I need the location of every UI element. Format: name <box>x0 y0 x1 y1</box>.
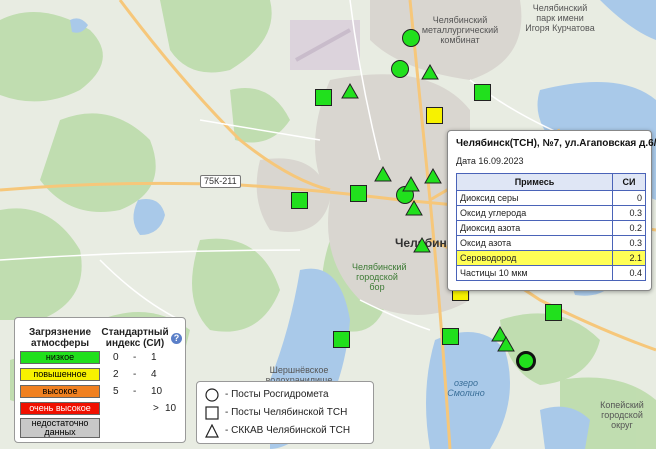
station-triangle-marker[interactable] <box>374 166 392 182</box>
column-header-index: СИ <box>612 173 646 191</box>
map-label-lake: озеро Смолино <box>447 378 485 398</box>
pollutant-value: 0 <box>612 190 646 206</box>
type-label-triangle: - СККАВ Челябинской ТСН <box>225 425 351 436</box>
map-label-plant: Челябинский металлургический комбинат <box>421 15 499 45</box>
pollution-legend: Загрязнение атмосферы Стандартный индекс… <box>14 317 186 443</box>
station-triangle-marker[interactable] <box>402 176 420 192</box>
legend-level-high: высокое <box>20 385 100 398</box>
pollutant-name: Диоксид азота <box>456 220 613 236</box>
legend-header-pollution: Загрязнение атмосферы <box>28 327 92 349</box>
table-row: Частицы 10 мкм 0.4 <box>456 265 646 281</box>
pollutant-value: 0.3 <box>612 235 646 251</box>
table-row: Диоксид серы 0 <box>456 190 646 206</box>
station-square-marker[interactable] <box>315 89 332 106</box>
station-triangle-marker[interactable] <box>405 200 423 216</box>
table-row: Оксид углерода 0.3 <box>456 205 646 221</box>
legend-level-no-data: недостаточно данных <box>20 418 100 438</box>
station-triangle-marker[interactable] <box>424 168 442 184</box>
pollutant-name: Частицы 10 мкм <box>456 265 613 281</box>
table-header-row: Примесь СИ <box>456 173 646 191</box>
table-row: Оксид азота 0.3 <box>456 235 646 251</box>
pollutant-name: Оксид углерода <box>456 205 613 221</box>
table-row-highlighted: Сероводород 2.1 <box>456 250 646 266</box>
type-row-square: - Посты Челябинской ТСН <box>205 404 370 422</box>
legend-level-very-high: очень высокое <box>20 402 100 415</box>
road-shield: 75К-211 <box>200 175 241 188</box>
table-row: Диоксид азота 0.2 <box>456 220 646 236</box>
station-triangle-marker[interactable] <box>497 336 515 352</box>
legend-level-elevated: повышенное <box>20 368 100 381</box>
pollutant-name: Диоксид серы <box>456 190 613 206</box>
station-circle-marker[interactable] <box>391 60 409 78</box>
station-square-marker[interactable] <box>350 185 367 202</box>
legend-header-index: Стандартный индекс (СИ) <box>101 327 169 349</box>
station-square-marker[interactable] <box>291 192 308 209</box>
type-row-circle: - Посты Росгидромета <box>205 386 370 404</box>
station-square-marker[interactable] <box>426 107 443 124</box>
station-triangle-marker[interactable] <box>413 237 431 253</box>
popup-title: Челябинск(ТСН), №7, ул.Агаповская д.6/1 <box>456 138 656 149</box>
station-square-marker[interactable] <box>333 331 350 348</box>
pollutant-name: Сероводород <box>456 250 613 266</box>
info-icon[interactable]: ? <box>171 333 182 344</box>
pollutant-value: 0.3 <box>612 205 646 221</box>
type-label-square: - Посты Челябинской ТСН <box>225 407 348 418</box>
station-square-marker[interactable] <box>545 304 562 321</box>
type-row-triangle: - СККАВ Челябинской ТСН <box>205 422 370 440</box>
station-circle-marker-selected[interactable] <box>516 351 536 371</box>
station-circle-marker[interactable] <box>402 29 420 47</box>
map-label-forest: Челябинский городской бор <box>352 262 407 292</box>
popup-date: Дата 16.09.2023 <box>456 156 524 166</box>
pollutant-value: 0.2 <box>612 220 646 236</box>
station-square-marker[interactable] <box>442 328 459 345</box>
pollutant-table: Примесь СИ Диоксид серы 0 Оксид углерода 0… <box>456 173 646 281</box>
pollutant-name: Оксид азота <box>456 235 613 251</box>
type-label-circle: - Посты Росгидромета <box>225 389 329 400</box>
station-triangle-marker[interactable] <box>421 64 439 80</box>
column-header-pollutant: Примесь <box>456 173 613 191</box>
triangle-icon <box>205 423 219 445</box>
pollutant-value: 2.1 <box>612 250 646 266</box>
station-triangle-marker[interactable] <box>341 83 359 99</box>
map-label-kopeysk: Копейский городской округ <box>600 400 644 430</box>
map-label-park: Челябинский парк имени Игоря Курчатова <box>525 3 595 33</box>
station-types-legend: - Посты Росгидромета - Посты Челябинской… <box>196 381 374 444</box>
station-popup: Челябинск(ТСН), №7, ул.Агаповская д.6/1 … <box>447 130 656 291</box>
station-square-marker[interactable] <box>474 84 491 101</box>
pollutant-value: 0.4 <box>612 265 646 281</box>
legend-level-low: низкое <box>20 351 100 364</box>
